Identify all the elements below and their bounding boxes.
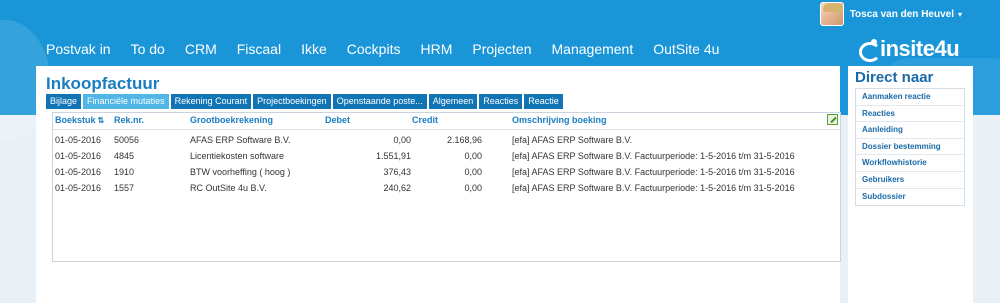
insite4u-logo[interactable]: insite4u [857, 36, 960, 62]
column-header-omschrijving[interactable]: Omschrijving boeking [512, 115, 607, 125]
mutations-table: Boekstuk ⇅ Rek.nr. Grootboekrekening Debe… [52, 112, 841, 262]
column-header-boekstuk[interactable]: Boekstuk ⇅ [55, 115, 105, 125]
nav-item-projecten[interactable]: Projecten [472, 39, 531, 59]
column-header-debet[interactable]: Debet [325, 115, 411, 125]
edit-icon[interactable] [827, 114, 838, 125]
nav-item-outsite-4u[interactable]: OutSite 4u [653, 39, 719, 59]
main-panel: Inkoopfactuur Bijlage Financiële mutatie… [36, 66, 841, 303]
cell-credit: 0,00 [464, 151, 482, 161]
cell-omschrijving: [efa] AFAS ERP Software B.V. Factuurperi… [512, 151, 795, 161]
cell-omschrijving: [efa] AFAS ERP Software B.V. [512, 135, 633, 145]
nav-item-ikke[interactable]: Ikke [301, 39, 327, 59]
main-nav: Postvak in To do CRM Fiscaal Ikke Cockpi… [46, 39, 739, 59]
link-aanmaken-reactie[interactable]: Aanmaken reactie [856, 89, 964, 106]
cell-debet: 240,62 [383, 183, 411, 193]
tab-financiele-mutaties[interactable]: Financiële mutaties [83, 94, 169, 109]
nav-item-fiscaal[interactable]: Fiscaal [237, 39, 281, 59]
cell-debet: 0,00 [393, 135, 411, 145]
cell-credit: 2.168,96 [446, 135, 482, 145]
user-menu[interactable]: Tosca van den Heuvel ▾ [819, 2, 962, 26]
link-workflowhistorie[interactable]: Workflowhistorie [856, 155, 964, 172]
user-name: Tosca van den Heuvel [849, 8, 954, 20]
link-gebruikers[interactable]: Gebruikers [856, 172, 964, 189]
tab-openstaande-posten[interactable]: Openstaande poste... [332, 94, 427, 109]
caret-down-icon: ▾ [957, 9, 962, 19]
tab-projectboekingen[interactable]: Projectboekingen [253, 94, 331, 109]
cell-debet: 1.551,91 [375, 151, 411, 161]
cell-reknr: 50056 [114, 135, 140, 145]
tab-bar: Bijlage Financiële mutaties Rekening Cou… [46, 94, 563, 109]
cell-omschrijving: [efa] AFAS ERP Software B.V. Factuurperi… [512, 167, 795, 177]
sort-arrows-icon[interactable]: ⇅ [98, 116, 105, 125]
cell-omschrijving: [efa] AFAS ERP Software B.V. Factuurperi… [512, 183, 795, 193]
tab-bijlage[interactable]: Bijlage [46, 94, 82, 109]
cell-reknr: 4845 [114, 151, 135, 161]
cell-grootboek: Licentiekosten software [190, 151, 285, 161]
link-subdossier[interactable]: Subdossier [856, 189, 964, 206]
table-row[interactable]: 01-05-2016 50056 AFAS ERP Software B.V. … [53, 132, 840, 148]
tab-reactie[interactable]: Reactie [524, 94, 563, 109]
column-header-reknr[interactable]: Rek.nr. [114, 115, 144, 125]
logo-text: insite4u [880, 36, 960, 61]
link-aanleiding[interactable]: Aanleiding [856, 122, 964, 139]
direct-naar-panel: Direct naar Aanmaken reactie Reacties Aa… [848, 66, 973, 303]
cell-date: 01-05-2016 [55, 151, 102, 161]
cell-date: 01-05-2016 [55, 167, 102, 177]
logo-swirl-icon [857, 38, 881, 62]
column-header-credit[interactable]: Credit [412, 115, 482, 125]
nav-item-management[interactable]: Management [552, 39, 634, 59]
cell-date: 01-05-2016 [55, 135, 102, 145]
cell-date: 01-05-2016 [55, 183, 102, 193]
link-dossier-bestemming[interactable]: Dossier bestemming [856, 139, 964, 156]
cell-credit: 0,00 [464, 183, 482, 193]
direct-naar-list: Aanmaken reactie Reacties Aanleiding Dos… [855, 88, 965, 207]
column-header-label: Boekstuk [55, 115, 96, 125]
cell-reknr: 1910 [114, 167, 135, 177]
cell-reknr: 1557 [114, 183, 135, 193]
tab-reacties[interactable]: Reacties [479, 94, 523, 109]
direct-naar-title: Direct naar [855, 69, 934, 86]
avatar [819, 2, 844, 26]
table-row[interactable]: 01-05-2016 1557 RC OutSite 4u B.V. 240,6… [53, 180, 840, 196]
nav-item-postvak-in[interactable]: Postvak in [46, 39, 111, 59]
cell-credit: 0,00 [464, 167, 482, 177]
nav-item-hrm[interactable]: HRM [420, 39, 452, 59]
column-header-grootboekrekening[interactable]: Grootboekrekening [190, 115, 273, 125]
tab-algemeen[interactable]: Algemeen [428, 94, 478, 109]
nav-item-to-do[interactable]: To do [131, 39, 165, 59]
table-header: Boekstuk ⇅ Rek.nr. Grootboekrekening Debe… [53, 113, 840, 130]
nav-item-crm[interactable]: CRM [185, 39, 217, 59]
tab-rekening-courant[interactable]: Rekening Courant [170, 94, 252, 109]
cell-grootboek: RC OutSite 4u B.V. [190, 183, 267, 193]
nav-item-cockpits[interactable]: Cockpits [347, 39, 401, 59]
table-row[interactable]: 01-05-2016 4845 Licentiekosten software … [53, 148, 840, 164]
cell-grootboek: AFAS ERP Software B.V. [190, 135, 291, 145]
table-row[interactable]: 01-05-2016 1910 BTW voorheffing ( hoog )… [53, 164, 840, 180]
link-reacties[interactable]: Reacties [856, 106, 964, 123]
page-title: Inkoopfactuur [46, 74, 160, 93]
cell-grootboek: BTW voorheffing ( hoog ) [190, 167, 291, 177]
cell-debet: 376,43 [383, 167, 411, 177]
